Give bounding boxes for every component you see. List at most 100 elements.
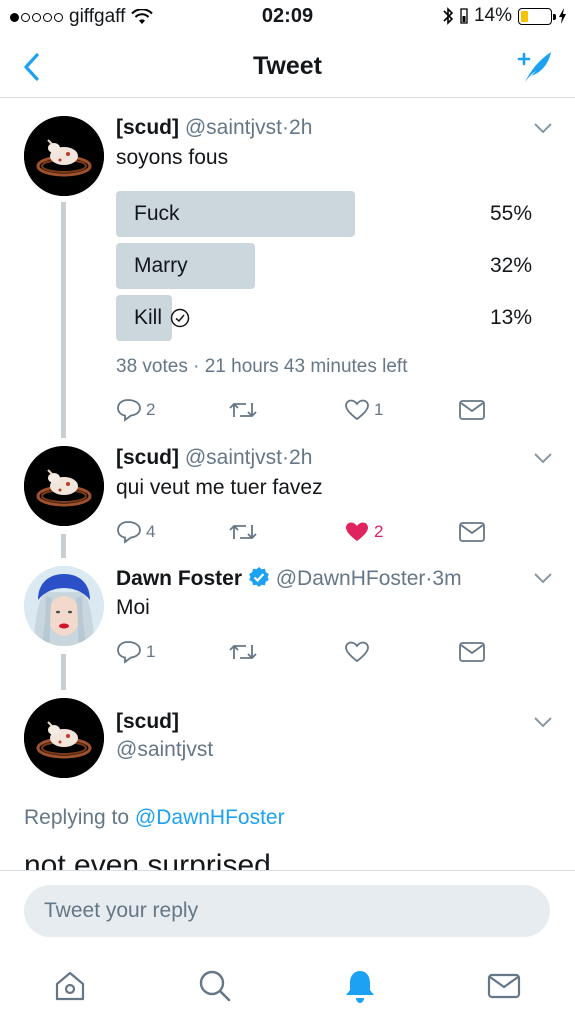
signal-strength-icon bbox=[460, 8, 468, 24]
compose-tweet-icon[interactable] bbox=[515, 48, 555, 86]
reply-button[interactable]: 1 bbox=[116, 638, 155, 666]
search-icon[interactable] bbox=[197, 968, 233, 1004]
status-bar: giffgaff 02:09 14% bbox=[0, 0, 575, 36]
poll-option-label: Fuck bbox=[134, 202, 180, 225]
poll-option-label: Kill bbox=[134, 306, 163, 329]
heart-filled-icon bbox=[346, 522, 368, 541]
reply-button[interactable]: 2 bbox=[116, 396, 155, 424]
heart-icon bbox=[345, 641, 369, 663]
avatar-image bbox=[24, 446, 104, 526]
poll-option: Fuck 55% bbox=[116, 191, 536, 237]
retweet-icon bbox=[229, 403, 257, 417]
replying-to-prefix: Replying to bbox=[24, 806, 130, 829]
avatar-image bbox=[24, 566, 104, 646]
poll-option: Marry 32% bbox=[116, 243, 536, 289]
retweet-button[interactable] bbox=[228, 518, 262, 546]
replying-to-link[interactable]: @DawnHFoster bbox=[135, 806, 285, 829]
poll-option-label: Marry bbox=[134, 254, 188, 277]
reply-bar bbox=[0, 870, 575, 948]
tweet-text: qui veut me tuer favez bbox=[116, 476, 323, 499]
display-name[interactable]: [scud] bbox=[116, 116, 179, 139]
poll-percentage: 13% bbox=[489, 306, 532, 329]
timestamp: 3m bbox=[432, 567, 462, 590]
reply-button[interactable]: 4 bbox=[116, 518, 155, 546]
avatar-image bbox=[24, 116, 104, 196]
chevron-down-icon[interactable] bbox=[533, 716, 553, 728]
display-name[interactable]: Dawn Foster bbox=[116, 567, 242, 590]
avatar[interactable] bbox=[24, 698, 104, 778]
tweet-actions: 1 bbox=[116, 638, 496, 666]
mail-icon bbox=[459, 522, 485, 542]
mail-icon bbox=[459, 400, 485, 420]
tweet-actions: 2 1 bbox=[116, 396, 496, 424]
timestamp: 2h bbox=[289, 116, 313, 139]
reply-input[interactable] bbox=[24, 885, 550, 937]
avatar[interactable] bbox=[24, 446, 104, 526]
like-button[interactable]: 2 bbox=[344, 518, 383, 546]
reply-icon bbox=[117, 399, 141, 422]
verified-badge-icon bbox=[249, 567, 269, 587]
tweet-header: [scud] @saintjvst·2h bbox=[116, 446, 312, 470]
direct-message-button[interactable] bbox=[458, 396, 486, 424]
display-name[interactable]: [scud] bbox=[116, 446, 179, 469]
retweet-icon bbox=[229, 525, 257, 539]
battery-icon bbox=[518, 7, 556, 25]
messages-icon[interactable] bbox=[486, 968, 522, 1004]
thread-line bbox=[61, 534, 66, 558]
reply-icon bbox=[117, 521, 141, 544]
thread-line bbox=[61, 202, 66, 438]
notifications-icon[interactable] bbox=[342, 968, 378, 1004]
username[interactable]: @saintjvst bbox=[185, 116, 282, 139]
reply-count: 1 bbox=[146, 642, 156, 661]
tweet[interactable]: [scud] @saintjvst·2h soyons fous Fuck 55… bbox=[0, 98, 575, 438]
battery-percent: 14% bbox=[473, 5, 512, 26]
like-count: 2 bbox=[374, 522, 384, 541]
thread-line bbox=[61, 654, 66, 690]
tweet-header: [scud] @saintjvst·2h bbox=[116, 116, 312, 140]
avatar[interactable] bbox=[24, 566, 104, 646]
like-button[interactable] bbox=[344, 638, 374, 666]
reply-count: 2 bbox=[146, 400, 156, 419]
reply-count: 4 bbox=[146, 522, 156, 541]
tweet[interactable]: [scud] @saintjvst·2h qui veut me tuer fa… bbox=[0, 438, 575, 558]
tweet-actions: 4 2 bbox=[116, 518, 496, 546]
check-circle-icon bbox=[170, 308, 190, 328]
tweet-text: soyons fous bbox=[116, 146, 229, 169]
display-name[interactable]: [scud] bbox=[116, 710, 179, 734]
page-title: Tweet bbox=[253, 52, 322, 80]
chevron-down-icon[interactable] bbox=[533, 572, 553, 584]
poll-percentage: 55% bbox=[489, 202, 532, 225]
separator: · bbox=[282, 116, 290, 139]
navigation-bar: Tweet bbox=[0, 36, 575, 98]
avatar-image bbox=[24, 698, 104, 778]
charging-icon bbox=[559, 8, 566, 24]
avatar[interactable] bbox=[24, 116, 104, 196]
direct-message-button[interactable] bbox=[458, 518, 486, 546]
home-icon[interactable] bbox=[52, 968, 88, 1004]
poll-option: Kill 13% bbox=[116, 295, 536, 341]
direct-message-button[interactable] bbox=[458, 638, 486, 666]
timestamp: 2h bbox=[289, 446, 313, 469]
retweet-button[interactable] bbox=[228, 396, 262, 424]
replying-to: Replying to @DawnHFoster bbox=[24, 806, 285, 830]
tweet-text: Moi bbox=[116, 596, 150, 619]
reply-icon bbox=[117, 641, 141, 664]
like-count: 1 bbox=[374, 400, 384, 419]
focused-tweet: [scud] @saintjvst bbox=[0, 690, 575, 870]
tweet-header: Dawn Foster @DawnHFoster·3m bbox=[116, 566, 462, 591]
separator: · bbox=[282, 446, 290, 469]
bluetooth-icon bbox=[443, 7, 454, 25]
status-right: 14% bbox=[442, 5, 567, 27]
poll-meta: 38 votes · 21 hours 43 minutes left bbox=[116, 356, 408, 377]
username[interactable]: @saintjvst bbox=[185, 446, 282, 469]
username[interactable]: @saintjvst bbox=[116, 738, 213, 762]
retweet-icon bbox=[229, 645, 257, 659]
retweet-button[interactable] bbox=[228, 638, 262, 666]
tweet[interactable]: Dawn Foster @DawnHFoster·3m Moi 1 bbox=[0, 558, 575, 690]
chevron-down-icon[interactable] bbox=[533, 122, 553, 134]
chevron-down-icon[interactable] bbox=[533, 452, 553, 464]
username[interactable]: @DawnHFoster bbox=[276, 567, 426, 590]
poll-percentage: 32% bbox=[489, 254, 532, 277]
mail-icon bbox=[459, 642, 485, 662]
like-button[interactable]: 1 bbox=[344, 396, 383, 424]
